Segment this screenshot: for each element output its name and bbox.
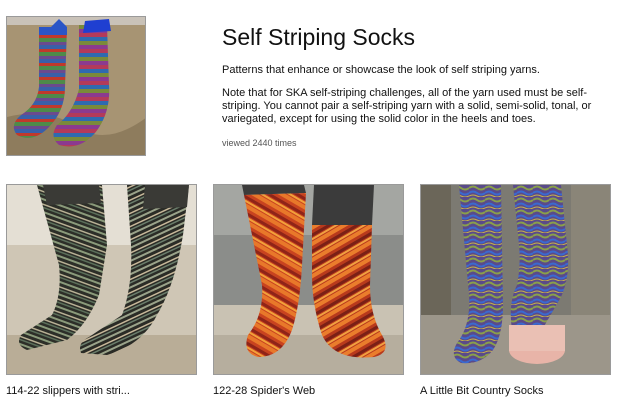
collection-note: Note that for SKA self-striping challeng… [222, 87, 592, 125]
pattern-thumbnail-1[interactable] [6, 184, 197, 375]
pattern-thumbnail-2[interactable] [213, 184, 404, 375]
pattern-title-3[interactable]: A Little Bit Country Socks [420, 385, 611, 397]
collection-description: Patterns that enhance or showcase the lo… [222, 64, 540, 76]
pattern-title-2[interactable]: 122-28 Spider's Web [213, 385, 404, 397]
pattern-card-1: 114-22 slippers with stri... [6, 184, 197, 397]
striped-socks-image [7, 17, 145, 155]
collection-thumbnail[interactable] [6, 16, 146, 156]
dark-striped-slippers-image [7, 185, 196, 374]
view-count: viewed 2440 times [222, 138, 297, 148]
pattern-card-3: A Little Bit Country Socks [420, 184, 611, 397]
orange-red-socks-image [214, 185, 403, 374]
pattern-card-2: 122-28 Spider's Web [213, 184, 404, 397]
pattern-title-1[interactable]: 114-22 slippers with stri... [6, 385, 197, 397]
collection-header: Self Striping Socks Patterns that enhanc… [222, 22, 602, 148]
purple-wavy-socks-image [421, 185, 610, 374]
page-title: Self Striping Socks [222, 24, 416, 50]
pattern-thumbnail-3[interactable] [420, 184, 611, 375]
